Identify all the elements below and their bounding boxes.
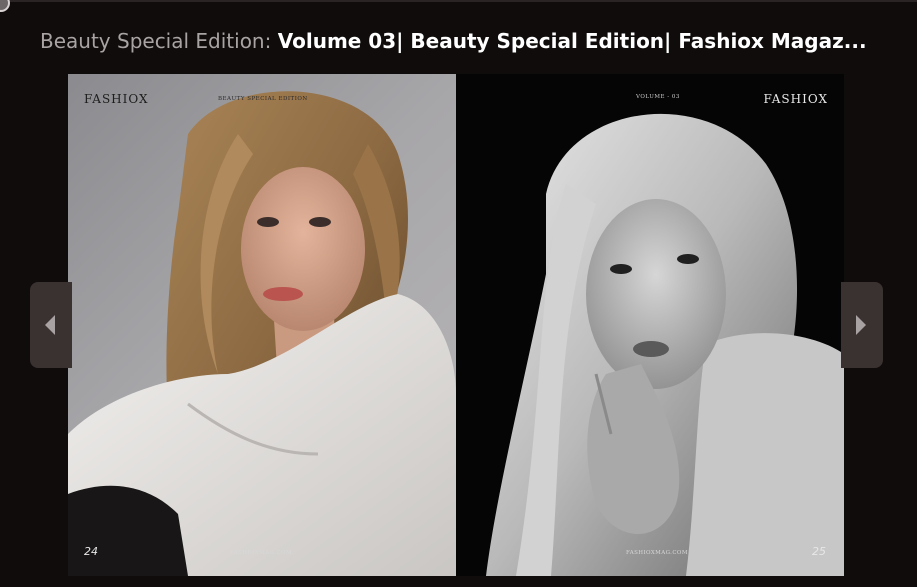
site-url: FASHIOXMAG.COM [230, 550, 292, 556]
page-number: 25 [812, 545, 826, 558]
chevron-right-icon [856, 315, 866, 335]
title-value[interactable]: Volume 03| Beauty Special Edition| Fashi… [278, 29, 867, 53]
chevron-left-icon [45, 315, 55, 335]
magazine-viewer: Beauty Special Edition: Volume 03| Beaut… [0, 0, 917, 587]
viewer-title: Beauty Special Edition: Volume 03| Beaut… [40, 28, 900, 54]
magazine-logo: FASHIOX [763, 92, 828, 106]
magazine-spread[interactable]: FASHIOX BEAUTY SPECIAL EDITION 24 FASHIO… [68, 74, 844, 576]
right-page[interactable]: VOLUME - 03 FASHIOX FASHIOXMAG.COM 25 [456, 74, 844, 576]
edition-label: BEAUTY SPECIAL EDITION [218, 96, 308, 102]
title-label: Beauty Special Edition: [40, 29, 272, 53]
magazine-logo: FASHIOX [84, 92, 149, 106]
left-page[interactable]: FASHIOX BEAUTY SPECIAL EDITION 24 FASHIO… [68, 74, 456, 576]
next-page-button[interactable] [841, 282, 883, 368]
edition-label: VOLUME - 03 [636, 94, 680, 100]
site-url: FASHIOXMAG.COM [626, 550, 688, 556]
previous-page-button[interactable] [30, 282, 72, 368]
right-page-photo [486, 113, 844, 576]
close-icon[interactable] [0, 0, 10, 12]
page-number: 24 [84, 545, 98, 558]
left-page-photo [68, 91, 456, 576]
